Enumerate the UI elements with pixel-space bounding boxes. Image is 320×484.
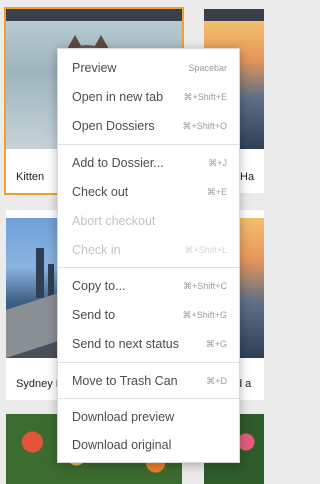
menu-item-shortcut: ⌘+G xyxy=(205,338,227,349)
menu-item-label: Move to Trash Can xyxy=(72,374,178,388)
menu-item-label: Preview xyxy=(72,61,117,75)
context-menu: Preview Spacebar Open in new tab ⌘+Shift… xyxy=(57,48,240,463)
menu-separator xyxy=(58,398,239,399)
card-topbar xyxy=(204,9,264,21)
menu-item-shortcut: ⌘+D xyxy=(206,375,227,386)
menu-item-send-to[interactable]: Send to ⌘+Shift+G xyxy=(58,302,239,328)
asset-card-label: Kitten xyxy=(16,171,45,183)
menu-item-label: Open in new tab xyxy=(72,90,164,104)
menu-item-shortcut: ⌘+Shift+E xyxy=(183,91,227,102)
menu-item-open-in-new-tab[interactable]: Open in new tab ⌘+Shift+E xyxy=(58,84,239,110)
menu-item-open-dossiers[interactable]: Open Dossiers ⌘+Shift+O xyxy=(58,113,239,139)
menu-item-shortcut: ⌘+J xyxy=(208,157,227,168)
menu-item-label: Send to xyxy=(72,308,116,322)
menu-item-label: Check in xyxy=(72,243,121,257)
menu-item-shortcut: ⌘+Shift+L xyxy=(184,244,227,255)
menu-item-label: Open Dossiers xyxy=(72,119,155,133)
menu-separator xyxy=(58,267,239,268)
menu-item-label: Download preview xyxy=(72,410,175,424)
menu-separator xyxy=(58,362,239,363)
menu-item-label: Abort checkout xyxy=(72,214,156,228)
menu-item-move-to-trash[interactable]: Move to Trash Can ⌘+D xyxy=(58,368,239,394)
menu-item-label: Download original xyxy=(72,438,172,452)
menu-item-copy-to[interactable]: Copy to... ⌘+Shift+C xyxy=(58,273,239,299)
menu-item-download-original[interactable]: Download original xyxy=(58,432,239,458)
asset-card-label: Ha xyxy=(240,171,255,183)
menu-item-send-to-next-status[interactable]: Send to next status ⌘+G xyxy=(58,331,239,357)
menu-item-label: Copy to... xyxy=(72,279,126,293)
menu-item-shortcut: ⌘+Shift+C xyxy=(182,280,227,291)
menu-item-label: Add to Dossier... xyxy=(72,156,164,170)
menu-item-add-to-dossier[interactable]: Add to Dossier... ⌘+J xyxy=(58,150,239,176)
menu-item-shortcut: ⌘+Shift+O xyxy=(182,120,227,131)
menu-item-abort-checkout: Abort checkout xyxy=(58,208,239,234)
menu-item-preview[interactable]: Preview Spacebar xyxy=(58,55,239,81)
menu-item-label: Check out xyxy=(72,185,129,199)
menu-separator xyxy=(58,144,239,145)
menu-item-shortcut: ⌘+Shift+G xyxy=(182,309,227,320)
menu-item-check-out[interactable]: Check out ⌘+E xyxy=(58,179,239,205)
skyline-tower xyxy=(36,248,44,298)
menu-item-check-in: Check in ⌘+Shift+L xyxy=(58,237,239,263)
menu-item-download-preview[interactable]: Download preview xyxy=(58,404,239,430)
menu-item-shortcut: ⌘+E xyxy=(206,186,227,197)
card-topbar xyxy=(6,9,182,21)
menu-item-label: Send to next status xyxy=(72,337,180,351)
skyline-tower xyxy=(48,264,54,298)
menu-item-shortcut: Spacebar xyxy=(188,63,227,73)
